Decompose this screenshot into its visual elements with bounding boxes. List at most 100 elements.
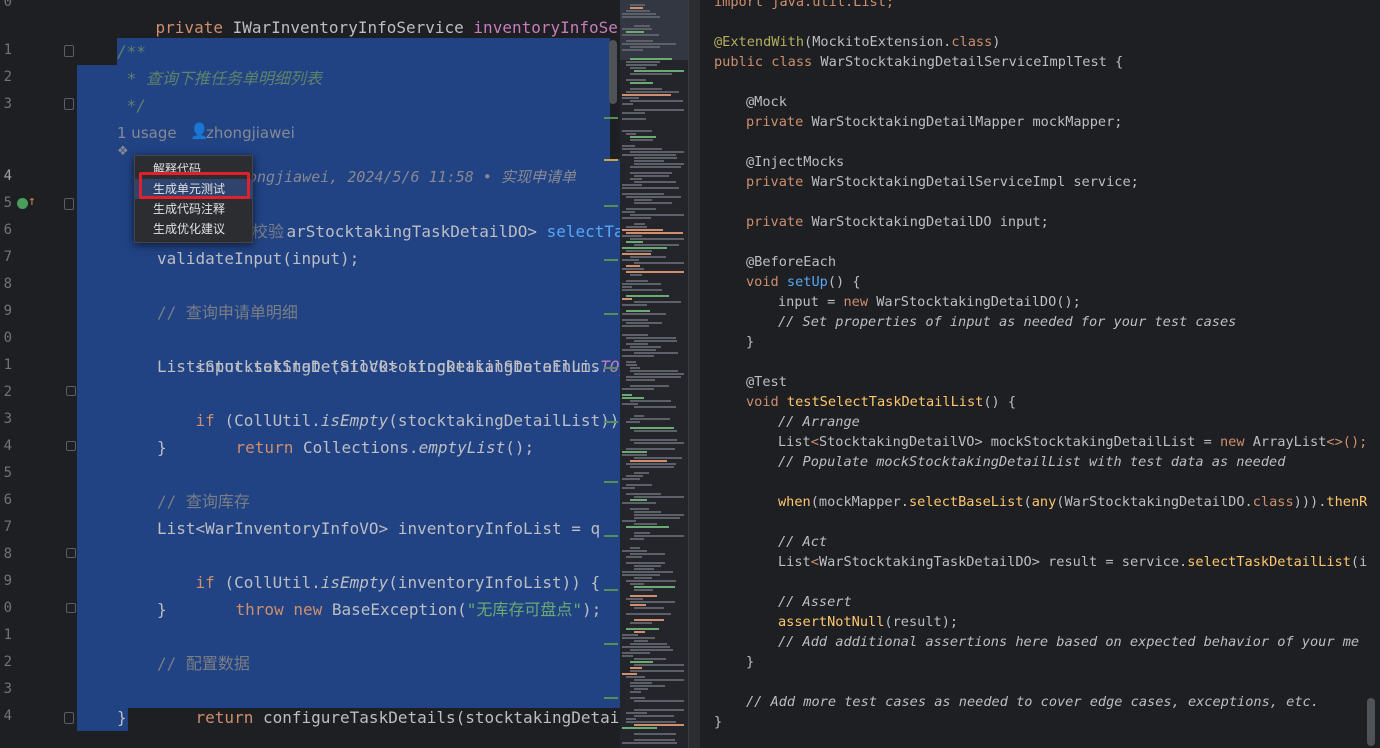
fold-marker-icon[interactable]	[66, 441, 76, 451]
code-line[interactable]: List<StocktakingDetailVO> stocktakingDet…	[157, 353, 600, 380]
code-line[interactable]: if (CollUtil.isEmpty(stocktakingDetailLi…	[157, 380, 620, 430]
code-line[interactable]: @InjectMocks	[746, 152, 844, 172]
minimap-viewport[interactable]	[620, 0, 688, 60]
comment-line[interactable]: // 查询库存	[157, 488, 250, 515]
change-marker[interactable]	[604, 643, 618, 645]
comment-line[interactable]: // Add more test cases as needed to cove…	[746, 692, 1319, 712]
minimap-line	[622, 259, 639, 261]
code-line[interactable]: assertNotNull(result);	[778, 612, 958, 632]
fold-marker-icon[interactable]	[64, 712, 74, 724]
ai-context-menu: 解释代码 生成单元测试 生成代码注释 生成优化建议	[134, 155, 253, 243]
code-line[interactable]: input = new WarStocktakingDetailDO();	[778, 292, 1081, 312]
code-line[interactable]: }	[157, 434, 167, 461]
ai-assistant-icon[interactable]: ❖	[117, 144, 129, 159]
minimap-line	[622, 148, 662, 150]
code-minimap[interactable]	[620, 0, 688, 748]
author-hint[interactable]: zhongjiawei	[206, 124, 295, 142]
code-line[interactable]: }	[714, 712, 722, 732]
fold-marker-icon[interactable]	[66, 548, 76, 558]
scrollbar-thumb[interactable]	[1367, 698, 1375, 746]
fold-marker-icon[interactable]	[66, 603, 76, 613]
change-marker[interactable]	[604, 205, 618, 207]
change-marker[interactable]	[604, 535, 618, 537]
pane-splitter[interactable]	[688, 0, 700, 748]
minimap-line	[622, 502, 656, 504]
code-line[interactable]: @BeforeEach	[746, 252, 836, 272]
line-number: 9	[3, 573, 12, 589]
code-line[interactable]: List<WarInventoryInfoVO> inventoryInfoLi…	[157, 515, 600, 542]
comment-line[interactable]: // Add additional assertions here based …	[778, 632, 1359, 652]
code-line[interactable]: }	[117, 704, 127, 731]
fold-marker-icon[interactable]	[64, 45, 74, 57]
minimap-line	[622, 103, 633, 105]
code-line[interactable]: private WarStocktakingDetailMapper mockM…	[746, 112, 1122, 132]
minimap-line	[622, 112, 645, 114]
minimap-line	[630, 214, 684, 216]
code-line[interactable]: @Test	[746, 372, 787, 392]
minimap-line	[626, 133, 636, 135]
code-line[interactable]: input.setState(StocktokingDetialStateEnu…	[157, 326, 620, 376]
code-line[interactable]: return Collections.emptyList();	[197, 407, 535, 457]
code-line[interactable]: private WarStocktakingDetailServiceImpl …	[746, 172, 1139, 192]
change-marker[interactable]	[604, 421, 618, 423]
comment-line[interactable]: // Arrange	[778, 412, 860, 432]
code-line[interactable]: when(mockMapper.selectBaseList(any(WarSt…	[778, 492, 1367, 512]
change-marker[interactable]	[604, 697, 618, 699]
javadoc-line[interactable]: */	[117, 92, 146, 119]
right-editor-pane[interactable]: import java.util.List; @ExtendWith(Mocki…	[700, 0, 1380, 748]
code-line[interactable]: @ExtendWith(MockitoExtension.class)	[714, 32, 1000, 52]
code-line[interactable]: }	[746, 652, 754, 672]
minimap-line	[634, 160, 664, 162]
minimap-line	[634, 577, 652, 579]
comment-line[interactable]: 校验	[252, 218, 284, 245]
left-editor-pane[interactable]: 0 1 2 3 4 5 6 7 8 9 0 1 2 3 4 5 6 7 8 9 …	[0, 0, 620, 748]
javadoc-line[interactable]: * 查询下推任务单明细列表	[117, 65, 322, 92]
minimap-line	[634, 631, 645, 633]
fold-marker-icon[interactable]	[64, 98, 74, 110]
code-line[interactable]: validateInput(input);	[157, 245, 359, 272]
minimap-line	[630, 400, 671, 402]
code-line[interactable]: public class WarStocktakingDetailService…	[714, 52, 1123, 72]
code-line[interactable]: void testSelectTaskDetailList() {	[746, 392, 1016, 412]
code-line[interactable]: }	[157, 596, 167, 623]
code-line[interactable]: import java.util.List;	[714, 0, 894, 12]
fold-marker-icon[interactable]	[66, 386, 76, 396]
method-signature-rest[interactable]: arStocktakingTaskDetailDO> selectTask	[248, 191, 620, 241]
code-line[interactable]: List<StocktakingDetailVO> mockStocktakin…	[778, 432, 1367, 452]
code-line[interactable]: private WarStocktakingDetailDO input;	[746, 212, 1049, 232]
comment-line[interactable]: // Populate mockStocktakingDetailList wi…	[778, 452, 1285, 472]
comment-line[interactable]: // Assert	[778, 592, 852, 612]
code-line[interactable]: }	[746, 332, 754, 352]
comment-line[interactable]: // 配置数据	[157, 650, 250, 677]
minimap-line	[626, 271, 684, 273]
override-up-arrow-icon[interactable]: ↑	[28, 195, 36, 208]
code-line[interactable]: void setUp() {	[746, 272, 861, 292]
code-line[interactable]: List<WarStocktakingTaskDetailDO> result …	[778, 552, 1367, 572]
change-marker[interactable]	[604, 117, 618, 119]
usage-count-link[interactable]: 1 usage	[117, 124, 177, 142]
change-marker[interactable]	[604, 367, 618, 369]
change-marker[interactable]	[604, 481, 618, 483]
comment-line[interactable]: // Act	[778, 532, 827, 552]
change-marker[interactable]	[604, 313, 618, 315]
comment-line[interactable]: // Set properties of input as needed for…	[778, 312, 1236, 332]
code-line[interactable]: throw new BaseException("无库存可盘点");	[197, 569, 602, 619]
javadoc-line[interactable]: /**	[117, 38, 146, 65]
minimap-line	[626, 343, 648, 345]
comment-line[interactable]: // 查询申请单明细	[157, 299, 298, 326]
change-marker[interactable]	[604, 589, 618, 591]
code-line[interactable]: return configureTaskDetails(stocktakingD…	[157, 677, 620, 727]
minimap-line	[622, 349, 656, 351]
menu-item-optimization-advice[interactable]: 生成优化建议	[135, 219, 252, 239]
implementation-marker-icon[interactable]	[17, 198, 28, 209]
minimap-line	[626, 265, 640, 267]
code-line[interactable]: private IWarInventoryInfoService invento…	[117, 0, 620, 37]
code-line[interactable]: if (CollUtil.isEmpty(inventoryInfoList))…	[157, 542, 601, 592]
menu-item-generate-comments[interactable]: 生成代码注释	[135, 199, 252, 219]
change-marker[interactable]	[604, 159, 618, 161]
scrollbar-thumb[interactable]	[609, 40, 617, 104]
code-line[interactable]: @Mock	[746, 92, 787, 112]
minimap-line	[626, 295, 669, 297]
fold-marker-icon[interactable]	[64, 198, 74, 210]
change-marker[interactable]	[604, 259, 618, 261]
